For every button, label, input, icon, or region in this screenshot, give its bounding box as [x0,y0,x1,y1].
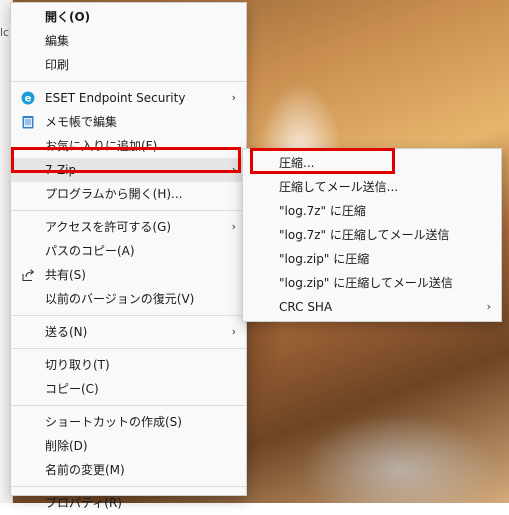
menu-item-label: "log.zip" に圧縮してメール送信 [279,276,453,290]
chevron-right-icon: › [231,220,236,233]
menu-item-label: ESET Endpoint Security [45,91,186,105]
menu-separator [11,210,246,211]
submenu-item-compress-email[interactable]: 圧縮してメール送信... [243,175,501,199]
menu-item-delete[interactable]: 削除(D) [11,434,246,458]
submenu-item-compress-zip[interactable]: "log.zip" に圧縮 [243,247,501,271]
menu-item-add-favorites[interactable]: お気に入りに追加(F) [11,134,246,158]
menu-item-label: 以前のバージョンの復元(V) [45,292,195,306]
menu-item-label: 送る(N) [45,325,88,339]
menu-item-label: ショートカットの作成(S) [45,415,182,429]
menu-item-eset[interactable]: e ESET Endpoint Security › [11,86,246,110]
menu-item-rename[interactable]: 名前の変更(M) [11,458,246,482]
menu-item-label: "log.zip" に圧縮 [279,252,370,266]
menu-item-give-access[interactable]: アクセスを許可する(G) › [11,215,246,239]
menu-item-copy-path[interactable]: パスのコピー(A) [11,239,246,263]
7zip-submenu: 圧縮... 圧縮してメール送信... "log.7z" に圧縮 "log.7z"… [242,148,502,322]
menu-item-label: 編集 [45,34,70,48]
menu-item-label: 共有(S) [45,268,86,282]
menu-item-label: 圧縮... [279,156,315,170]
menu-separator [11,81,246,82]
menu-item-label: 開く(O) [45,10,91,24]
window-edge-text: lc [0,26,10,39]
menu-item-print[interactable]: 印刷 [11,53,246,77]
menu-item-properties[interactable]: プロパティ(R) [11,491,246,515]
notepad-icon [22,116,34,129]
menu-item-label: 7-Zip [45,163,77,177]
menu-item-label: "log.7z" に圧縮してメール送信 [279,228,450,242]
menu-item-label: お気に入りに追加(F) [45,139,158,153]
menu-item-create-shortcut[interactable]: ショートカットの作成(S) [11,410,246,434]
menu-separator [11,405,246,406]
menu-item-label: アクセスを許可する(G) [45,220,172,234]
chevron-right-icon: › [231,91,236,104]
menu-item-label: プログラムから開く(H)... [45,187,183,201]
menu-item-send-to[interactable]: 送る(N) › [11,320,246,344]
submenu-item-crc-sha[interactable]: CRC SHA › [243,295,501,319]
eset-icon: e [21,91,35,105]
chevron-right-icon: › [231,325,236,338]
menu-item-label: 削除(D) [45,439,88,453]
chevron-right-icon: › [231,163,236,176]
menu-item-label: メモ帳で編集 [45,115,118,129]
menu-separator [11,315,246,316]
menu-item-open-with[interactable]: プログラムから開く(H)... [11,182,246,206]
menu-item-label: プロパティ(R) [45,496,122,510]
menu-item-edit[interactable]: 編集 [11,29,246,53]
menu-item-label: 名前の変更(M) [45,463,125,477]
menu-item-label: 圧縮してメール送信... [279,180,399,194]
chevron-right-icon: › [486,300,491,313]
menu-item-open[interactable]: 開く(O) [11,5,246,29]
submenu-item-compress-7z-email[interactable]: "log.7z" に圧縮してメール送信 [243,223,501,247]
submenu-item-compress-7z[interactable]: "log.7z" に圧縮 [243,199,501,223]
menu-item-label: "log.7z" に圧縮 [279,204,366,218]
menu-item-cut[interactable]: 切り取り(T) [11,353,246,377]
menu-separator [11,486,246,487]
menu-item-label: コピー(C) [45,382,99,396]
menu-item-restore-versions[interactable]: 以前のバージョンの復元(V) [11,287,246,311]
menu-item-label: パスのコピー(A) [45,244,135,258]
menu-item-label: 切り取り(T) [45,358,110,372]
menu-item-share[interactable]: 共有(S) [11,263,246,287]
menu-item-label: 印刷 [45,58,70,72]
submenu-item-compress[interactable]: 圧縮... [243,151,501,175]
menu-item-copy[interactable]: コピー(C) [11,377,246,401]
menu-item-7zip[interactable]: 7-Zip › [11,158,246,182]
menu-separator [11,348,246,349]
svg-text:e: e [25,94,32,105]
menu-item-notepad-edit[interactable]: メモ帳で編集 [11,110,246,134]
share-icon [22,269,35,282]
context-menu: 開く(O) 編集 印刷 e ESET Endpoint Security › メ… [10,2,247,510]
submenu-item-compress-zip-email[interactable]: "log.zip" に圧縮してメール送信 [243,271,501,295]
menu-item-label: CRC SHA [279,300,333,314]
